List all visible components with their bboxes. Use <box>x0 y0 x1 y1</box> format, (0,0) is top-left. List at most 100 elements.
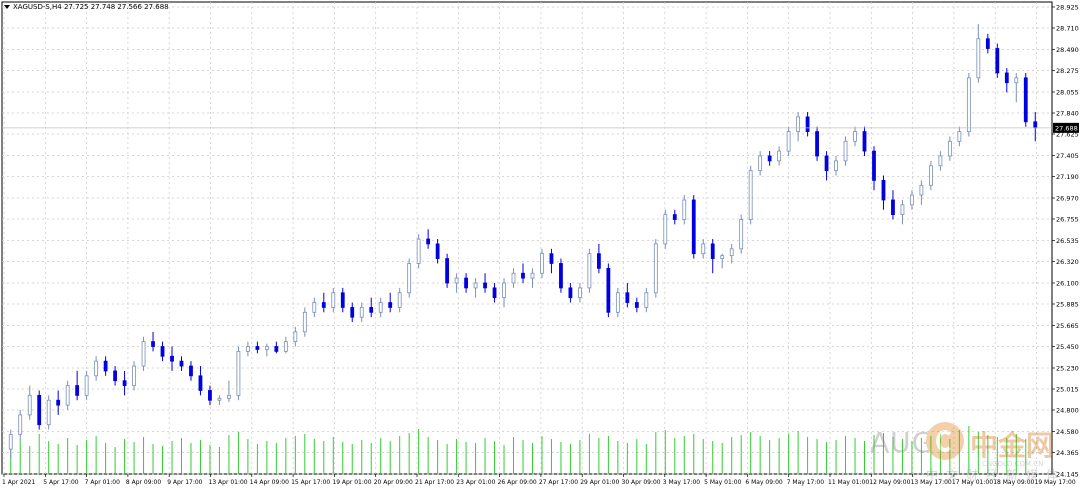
candle-body <box>758 155 763 172</box>
candle-body <box>739 219 744 250</box>
candle-body <box>331 292 336 308</box>
candle-body <box>796 116 801 132</box>
candle-body <box>985 38 990 49</box>
candle-body <box>540 253 544 274</box>
price-label: 26.970 <box>1056 195 1079 203</box>
candle-body <box>141 341 146 367</box>
candle-body <box>748 170 753 220</box>
time-label: 7 May 17:00 <box>787 479 825 486</box>
time-label: 23 Apr 01:00 <box>456 479 495 486</box>
candle-body <box>94 360 99 377</box>
candle-body <box>853 131 857 142</box>
candle-body <box>122 380 127 386</box>
candle-body <box>682 199 687 220</box>
candle-body <box>37 394 42 426</box>
candle-body <box>615 292 620 313</box>
candle-body <box>302 311 307 333</box>
candle-body <box>264 346 269 350</box>
candle-body <box>179 360 184 367</box>
candle-body <box>340 292 345 308</box>
candle-body <box>872 150 876 181</box>
candle-body <box>198 375 203 391</box>
candle-body <box>824 155 829 172</box>
candle-body <box>27 394 32 416</box>
time-label: 30 Apr 09:00 <box>622 479 661 486</box>
watermark-cn: 中金网 <box>970 429 1055 462</box>
candle-body <box>1004 72 1009 84</box>
candle-body <box>966 77 971 132</box>
candle-body <box>663 214 668 245</box>
candle-body <box>321 302 326 308</box>
price-label: 27.840 <box>1056 110 1079 118</box>
candle-body <box>805 116 810 132</box>
candle-body <box>578 287 582 299</box>
candle-body <box>397 292 402 308</box>
dropdown-arrow-icon[interactable] <box>4 5 10 9</box>
candle-body <box>113 370 117 382</box>
candle-body <box>350 307 355 318</box>
candle-body <box>530 272 535 279</box>
price-label: 26.535 <box>1056 237 1079 245</box>
candle-body <box>729 248 734 257</box>
candle-body <box>388 302 393 308</box>
candle-body <box>18 414 23 435</box>
candle-body <box>587 253 592 289</box>
price-label: 27.405 <box>1056 152 1079 160</box>
time-label: 6 May 09:00 <box>745 479 783 486</box>
watermark: AUG 中金网 CNGOLD.COM.CN 中文财经新媒体 <box>822 418 1072 488</box>
candle-body <box>312 302 317 313</box>
time-label: 29 Apr 01:00 <box>580 479 619 486</box>
candle-body <box>634 302 639 308</box>
candle-body <box>435 243 440 259</box>
candle-body <box>502 282 506 299</box>
candle-body <box>900 204 905 216</box>
candle-body <box>559 263 563 289</box>
candle-body <box>151 341 155 347</box>
candle-body <box>378 302 383 313</box>
price-label: 27.190 <box>1056 173 1079 181</box>
candle-body <box>189 365 193 377</box>
time-label: 20 Apr 09:00 <box>374 479 413 486</box>
candle-body <box>691 199 696 255</box>
candle-body <box>929 165 933 186</box>
candle-body <box>483 282 487 289</box>
candle-body <box>786 131 791 152</box>
candle-body <box>407 263 412 294</box>
time-label: 15 Apr 17:00 <box>291 479 330 486</box>
candle-body <box>1033 121 1038 129</box>
candle-body <box>549 253 554 264</box>
candle-body <box>65 385 70 406</box>
time-label: 21 Apr 17:00 <box>415 479 454 486</box>
candle-body <box>293 331 298 343</box>
candle-body <box>947 140 952 157</box>
candle-body <box>84 375 89 396</box>
watermark-subtitle: 中文财经新媒体 <box>926 468 1067 482</box>
time-label: 3 May 17:00 <box>663 479 701 486</box>
time-label: 9 Apr 17:00 <box>167 479 202 486</box>
time-label: 5 Apr 17:00 <box>43 479 78 486</box>
candle-body <box>843 140 848 162</box>
time-label: 1 Apr 2021 <box>2 479 35 486</box>
price-label: 28.490 <box>1056 46 1079 54</box>
price-label: 26.100 <box>1056 279 1079 287</box>
candle-body <box>938 155 943 167</box>
candle-body <box>416 238 421 264</box>
candle-body <box>777 150 782 162</box>
candle-body <box>568 287 573 299</box>
time-label: 5 May 01:00 <box>704 479 742 486</box>
price-label: 28.925 <box>1056 4 1079 12</box>
price-label: 28.710 <box>1056 25 1079 33</box>
price-label: 28.055 <box>1056 88 1079 96</box>
time-label: 13 Apr 01:00 <box>209 479 248 486</box>
candle-body <box>464 277 468 289</box>
current-price-label: 27.688 <box>1055 124 1078 132</box>
candle-body <box>75 385 80 396</box>
candle-body <box>369 307 374 313</box>
candle-body <box>910 194 914 206</box>
candle-body <box>596 253 601 269</box>
price-label: 25.015 <box>1056 386 1079 394</box>
candle-body <box>834 160 838 172</box>
plot-frame <box>1 1 1053 475</box>
candle-body <box>274 346 279 352</box>
candle-body <box>46 399 51 426</box>
